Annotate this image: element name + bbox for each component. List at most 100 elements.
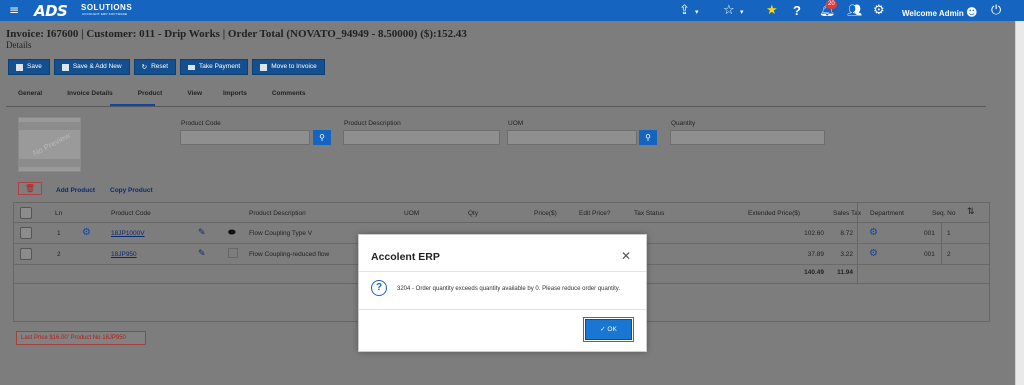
share-dropdown-chevron-icon[interactable]: ▾	[695, 4, 699, 21]
share-icon[interactable]: ⇪	[679, 2, 690, 19]
row-gear-icon[interactable]: ⚙	[82, 227, 91, 238]
tab-imports[interactable]: Imports	[223, 90, 247, 97]
reset-label: Reset	[151, 63, 169, 70]
row-department: 001	[924, 230, 935, 237]
welcome-text: Welcome Admin	[902, 9, 964, 18]
row-ln: 2	[57, 251, 61, 258]
power-icon[interactable]: ⏻	[991, 2, 1001, 19]
row-checkbox[interactable]	[20, 227, 32, 239]
reset-icon: ↻	[141, 63, 148, 71]
copy-product-link[interactable]: Copy Product	[110, 187, 153, 194]
header-department[interactable]: Department	[870, 210, 904, 217]
invoice-icon	[260, 63, 268, 71]
favorites-dropdown-chevron-icon[interactable]: ▾	[740, 4, 744, 21]
notification-badge: 20	[826, 0, 837, 9]
row-sales-tax: 3.22	[840, 251, 853, 258]
header-uom[interactable]: UOM	[404, 210, 419, 217]
row-extended-price: 102.60	[804, 230, 824, 237]
edit-icon[interactable]: ✎	[198, 228, 206, 238]
uom-label: UOM	[508, 120, 524, 127]
gear-icon[interactable]: ⚙	[873, 2, 885, 19]
save-button[interactable]: Save	[8, 59, 50, 75]
credit-card-icon	[188, 64, 196, 70]
film-strip-top	[19, 122, 80, 130]
move-to-invoice-button[interactable]: Move to Invoice	[252, 59, 325, 75]
row-ln: 1	[57, 230, 61, 237]
save-add-new-button[interactable]: Save & Add New	[53, 59, 130, 75]
product-description-input[interactable]	[343, 130, 500, 145]
row-product-description: Flow Coupling Type V	[249, 230, 313, 237]
search-icon: ⚲	[319, 133, 325, 142]
search-icon: ⚲	[645, 133, 651, 142]
dialog-title: Accolent ERP	[371, 251, 440, 263]
ok-label: OK	[607, 326, 617, 333]
quantity-input[interactable]	[670, 130, 825, 145]
row-product-code-link[interactable]: 18JP950	[111, 251, 137, 258]
logo-text: ADS	[34, 2, 68, 20]
row-seq-no: 1	[947, 230, 951, 237]
delete-button[interactable]: 🗑︎	[18, 182, 42, 195]
product-image-placeholder: No Preview	[18, 117, 81, 172]
star-filled-icon[interactable]: ★	[766, 2, 778, 19]
quantity-label: Quantity	[671, 120, 696, 127]
page-title: Invoice: I67600 | Customer: 011 - Drip W…	[6, 28, 467, 40]
close-icon[interactable]: ✕	[621, 249, 631, 263]
tab-invoice-details[interactable]: Invoice Details	[67, 90, 113, 97]
logo-tagline: ACCOLENT ERP SOFTWARE	[82, 12, 128, 16]
header-edit-price[interactable]: Edit Price?	[579, 210, 610, 217]
no-preview-text: No Preview	[31, 130, 72, 159]
star-outline-icon[interactable]: ☆	[723, 2, 735, 19]
ok-button[interactable]: ✓ OK	[583, 317, 634, 342]
tab-view[interactable]: View	[187, 90, 202, 97]
department-gear-icon[interactable]: ⚙	[869, 248, 878, 259]
row-department: 001	[924, 251, 935, 258]
product-code-label: Product Code	[181, 120, 221, 127]
reset-button[interactable]: ↻ Reset	[133, 59, 177, 75]
product-code-input[interactable]	[180, 130, 310, 145]
product-code-search-button[interactable]: ⚲	[313, 130, 331, 145]
header-qty[interactable]: Qty	[468, 210, 478, 217]
dialog-header-divider	[359, 271, 646, 272]
check-icon: ✓	[600, 325, 606, 333]
row-sales-tax: 8.72	[840, 230, 853, 237]
header-price[interactable]: Price($)	[534, 210, 557, 217]
row-checkbox[interactable]	[20, 248, 32, 260]
ads-solutions-logo[interactable]: ADS SOLUTIONS ACCOLENT ERP SOFTWARE	[34, 2, 132, 20]
take-payment-button[interactable]: Take Payment	[180, 59, 249, 75]
action-toolbar: Save Save & Add New ↻ Reset Take Payment …	[8, 59, 325, 75]
menu-icon[interactable]: ≡	[9, 4, 19, 16]
header-extended-price[interactable]: Extended Price($)	[748, 210, 800, 217]
help-icon[interactable]: ?	[793, 2, 801, 19]
edit-icon[interactable]: ✎	[198, 249, 206, 259]
header-product-code[interactable]: Product Code	[111, 210, 151, 217]
save-label: Save	[27, 63, 42, 70]
total-sales-tax: 11.94	[837, 269, 853, 276]
last-price-notice: Last Price $16.00' Product No 18JP950	[16, 331, 146, 345]
welcome-user[interactable]: Welcome Admin ☻	[902, 6, 978, 19]
uom-input[interactable]	[507, 130, 637, 145]
page-subtitle: Details	[6, 40, 32, 50]
vertical-scrollbar[interactable]	[1015, 21, 1024, 385]
tab-comments[interactable]: Comments	[272, 90, 306, 97]
tab-product[interactable]: Product	[138, 90, 163, 97]
product-description-label: Product Description	[344, 120, 401, 127]
uom-search-button[interactable]: ⚲	[639, 130, 657, 145]
tab-bar: General Invoice Details Product View Imp…	[18, 90, 330, 97]
users-icon[interactable]: 👥︎	[847, 2, 862, 19]
header-product-description[interactable]: Product Description	[249, 210, 306, 217]
add-product-link[interactable]: Add Product	[56, 187, 95, 194]
row-product-code-link[interactable]: 18JP1000V	[111, 230, 145, 237]
header-ln[interactable]: Ln	[55, 210, 62, 217]
sort-icon[interactable]: ⇅	[967, 207, 975, 217]
header-seq-no[interactable]: Seq. No	[932, 210, 956, 217]
department-gear-icon[interactable]: ⚙	[869, 227, 878, 238]
save-icon	[16, 63, 23, 71]
bell-icon[interactable]: 🔔︎ 20	[819, 0, 837, 19]
move-to-invoice-label: Move to Invoice	[271, 63, 317, 70]
question-icon: ?	[371, 280, 387, 296]
header-tax-status[interactable]: Tax Status	[634, 210, 664, 217]
user-icon: ☻	[966, 6, 978, 19]
select-all-checkbox[interactable]	[20, 207, 32, 219]
tab-general[interactable]: General	[18, 90, 42, 97]
total-extended-price: 140.49	[804, 269, 824, 276]
